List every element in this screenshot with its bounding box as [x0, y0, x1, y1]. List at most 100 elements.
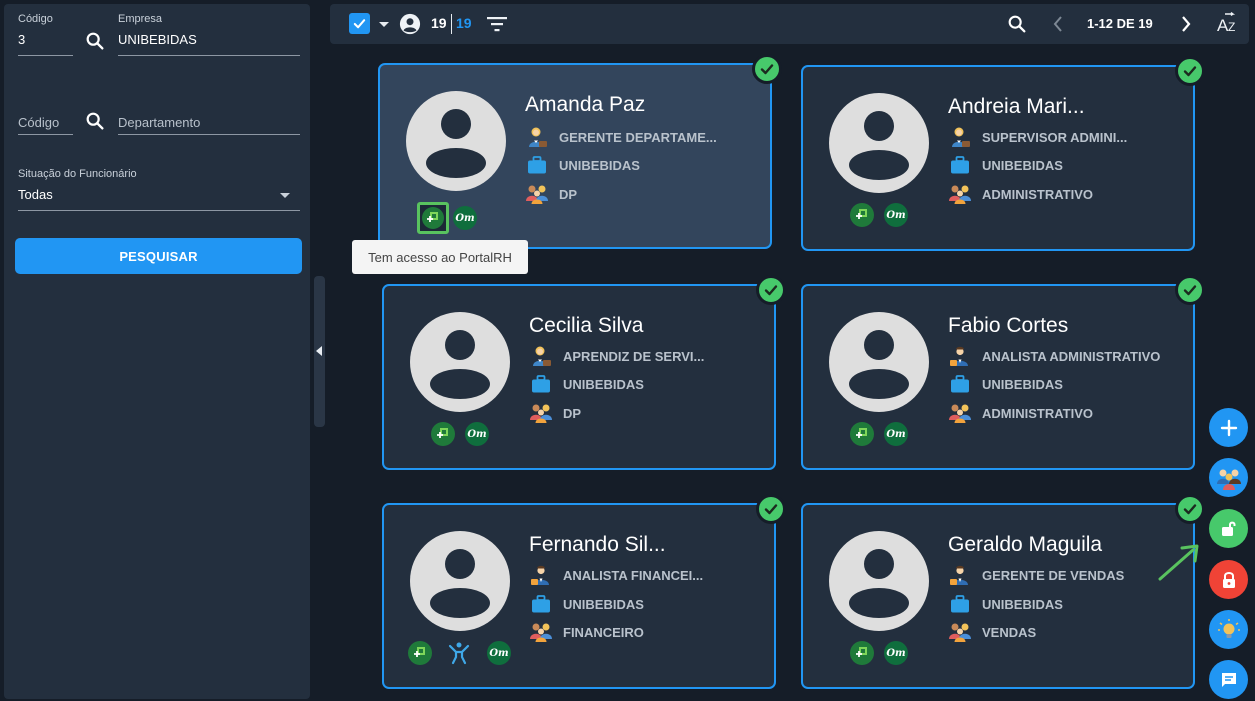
selected-check-icon[interactable]: [756, 494, 786, 524]
codigo-empresa-value[interactable]: 3: [18, 32, 73, 48]
company-text: UNIBEBIDAS: [982, 596, 1063, 612]
lock-fab-button[interactable]: [1209, 560, 1248, 599]
employee-card[interactable]: Amanda Paz GERENTE DEPARTAME... UNIBEBID…: [378, 54, 782, 249]
departamento-placeholder[interactable]: Departamento: [118, 115, 300, 130]
employee-role: GERENTE DE VENDAS: [948, 563, 1124, 587]
search-empresa-icon[interactable]: [84, 30, 106, 52]
annotation-arrow-icon: [1158, 544, 1199, 581]
avatar-placeholder: [410, 531, 510, 631]
employee-role: ANALISTA FINANCEI...: [529, 563, 703, 587]
team-icon: [529, 401, 553, 425]
briefcase-icon: [529, 372, 553, 396]
portalrh-icon[interactable]: [431, 422, 455, 446]
company-text: UNIBEBIDAS: [559, 157, 640, 173]
codigo-departamento-field[interactable]: Código: [18, 115, 73, 135]
dropdown-arrow-icon[interactable]: [280, 193, 290, 198]
situacao-select[interactable]: Situação do Funcionário Todas: [18, 168, 300, 211]
select-all-checkbox[interactable]: [349, 13, 370, 34]
selected-count: 19: [431, 15, 447, 31]
om-badge-icon[interactable]: Om: [884, 641, 908, 665]
department-text: ADMINISTRATIVO: [982, 186, 1093, 202]
access-badges: Om: [850, 203, 908, 227]
sort-alpha-icon[interactable]: A Z: [1215, 11, 1241, 37]
portalrh-icon[interactable]: [850, 203, 874, 227]
briefcase-icon: [948, 153, 972, 177]
portalrh-icon[interactable]: [850, 641, 874, 665]
portalrh-icon[interactable]: [850, 422, 874, 446]
codigo-empresa-field[interactable]: Código 3: [18, 13, 73, 56]
svg-text:Z: Z: [1228, 20, 1235, 34]
om-badge-icon[interactable]: Om: [884, 203, 908, 227]
man-office-worker-icon: [529, 563, 553, 587]
underline: [118, 55, 300, 56]
om-badge-icon[interactable]: Om: [487, 641, 511, 665]
avatar-placeholder: [829, 531, 929, 631]
filter-sidebar: Código 3 Empresa UNIBEBIDAS Código Depar…: [4, 4, 310, 699]
om-badge-icon[interactable]: Om: [453, 206, 477, 230]
employee-company: UNIBEBIDAS: [525, 153, 640, 177]
select-menu-caret-icon[interactable]: [379, 22, 389, 27]
woman-office-worker-icon: [948, 125, 972, 149]
situacao-value[interactable]: Todas: [18, 187, 300, 203]
idea-fab-button[interactable]: [1209, 610, 1248, 649]
om-badge-icon[interactable]: Om: [884, 422, 908, 446]
chevron-left-icon[interactable]: [1050, 14, 1066, 34]
lightbulb-icon: [1217, 618, 1240, 638]
check-icon: [353, 19, 366, 29]
empresa-field[interactable]: Empresa UNIBEBIDAS: [118, 13, 300, 56]
employee-company: UNIBEBIDAS: [529, 372, 644, 396]
department-text: VENDAS: [982, 624, 1037, 640]
role-text: GERENTE DE VENDAS: [982, 567, 1125, 583]
list-toolbar: 19 19 1-12 DE 19 A Z: [330, 4, 1249, 44]
departamento-field[interactable]: Departamento: [118, 115, 300, 135]
group-users-fab-button[interactable]: [1209, 458, 1248, 497]
om-badge-icon[interactable]: Om: [465, 422, 489, 446]
collapse-left-icon[interactable]: [316, 346, 322, 356]
employee-department: ADMINISTRATIVO: [948, 182, 1093, 206]
pesquisar-button[interactable]: PESQUISAR: [15, 238, 302, 274]
selected-check-icon[interactable]: [1175, 275, 1205, 305]
codigo-departamento-placeholder[interactable]: Código: [18, 115, 73, 130]
employee-card[interactable]: Cecilia Silva APRENDIZ DE SERVI... UNIBE…: [382, 275, 786, 470]
wellness-yoga-icon[interactable]: [447, 641, 471, 665]
empresa-value[interactable]: UNIBEBIDAS: [118, 32, 300, 48]
selected-check-icon[interactable]: [1175, 494, 1205, 524]
portalrh-tooltip: Tem acesso ao PortalRH: [352, 240, 528, 274]
chevron-right-icon[interactable]: [1178, 14, 1194, 34]
employee-department: DP: [525, 182, 577, 206]
employee-department: DP: [529, 401, 581, 425]
employee-card[interactable]: Andreia Mari... SUPERVISOR ADMINI... UNI…: [801, 56, 1205, 251]
portalrh-icon[interactable]: [408, 641, 432, 665]
underline: [18, 210, 300, 211]
group-users-icon: [1216, 469, 1241, 490]
employee-card[interactable]: Geraldo Maguila GERENTE DE VENDAS UNIBEB…: [801, 494, 1205, 689]
employee-name: Cecilia Silva: [529, 314, 644, 337]
department-text: DP: [559, 186, 578, 202]
team-icon: [948, 401, 972, 425]
access-badges: Om: [408, 641, 511, 665]
employee-department: FINANCEIRO: [529, 620, 644, 644]
portalrh-highlight[interactable]: [417, 202, 449, 234]
chat-fab-button[interactable]: [1209, 660, 1248, 699]
woman-office-worker-icon: [529, 344, 553, 368]
avatar-placeholder: [829, 312, 929, 412]
portalrh-icon[interactable]: [422, 207, 444, 229]
add-fab-button[interactable]: [1209, 408, 1248, 447]
selected-check-icon[interactable]: [752, 54, 782, 84]
unlock-fab-button[interactable]: [1209, 509, 1248, 548]
employee-card[interactable]: Fernando Sil... ANALISTA FINANCEI... UNI…: [382, 494, 786, 689]
employee-card[interactable]: Fabio Cortes ANALISTA ADMINISTRATIVO UNI…: [801, 275, 1205, 470]
company-text: UNIBEBIDAS: [563, 376, 644, 392]
selected-check-icon[interactable]: [756, 275, 786, 305]
avatar-placeholder: [410, 312, 510, 412]
filter-icon[interactable]: [486, 14, 508, 34]
role-text: ANALISTA ADMINISTRATIVO: [982, 348, 1161, 364]
empresa-label: Empresa: [118, 13, 163, 25]
selected-check-icon[interactable]: [1175, 56, 1205, 86]
sidebar-collapse-handle[interactable]: [314, 276, 325, 427]
search-departamento-icon[interactable]: [84, 110, 106, 132]
search-icon[interactable]: [1006, 13, 1028, 35]
department-text: FINANCEIRO: [563, 624, 644, 640]
team-icon: [948, 182, 972, 206]
man-office-worker-icon: [948, 563, 972, 587]
